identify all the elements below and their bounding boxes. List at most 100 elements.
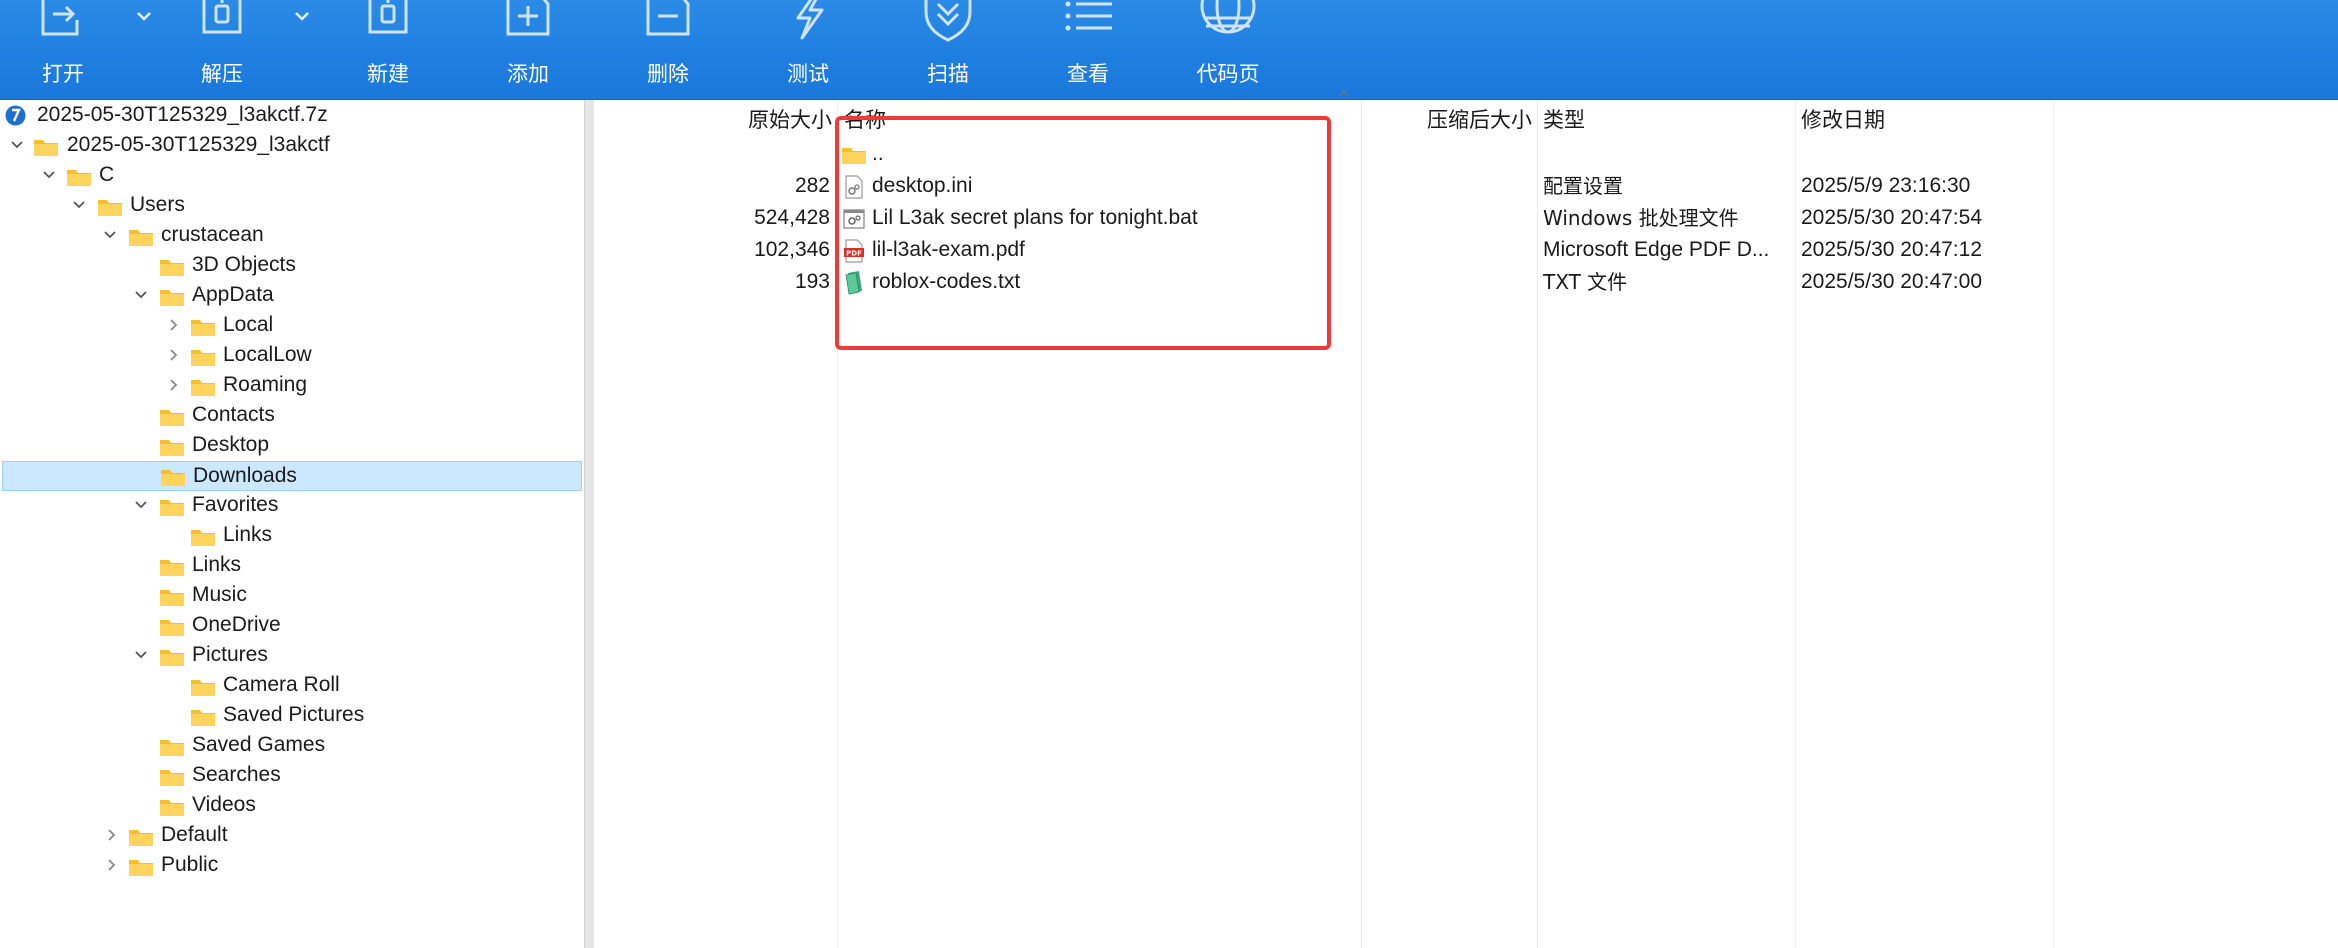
- tree-item-label: Public: [161, 853, 219, 876]
- file-modified: 2025/5/9 23:16:30: [1801, 174, 1971, 197]
- open-button[interactable]: 打开: [8, 0, 118, 99]
- tree-item-c[interactable]: C: [0, 160, 584, 190]
- tree-item-onedrive[interactable]: OneDrive: [0, 610, 584, 640]
- folder-icon: [160, 410, 184, 426]
- collapsed-chevron-icon[interactable]: [164, 370, 182, 400]
- tree-item-favorites-links[interactable]: Links: [0, 520, 584, 550]
- file-list[interactable]: 原始大小 名称 ^ 压缩后大小 类型 修改日期 .. 282 desktop.i…: [594, 88, 2338, 948]
- expanded-chevron-icon[interactable]: [40, 160, 58, 190]
- collapsed-chevron-icon[interactable]: [102, 820, 120, 850]
- column-header-modified[interactable]: 修改日期: [1801, 100, 2001, 140]
- tree-item-contacts[interactable]: Contacts: [0, 400, 584, 430]
- folder-icon: [129, 230, 153, 246]
- tree-item-3d-objects[interactable]: 3D Objects: [0, 250, 584, 280]
- add-icon: [506, 0, 550, 36]
- shield-icon: [924, 0, 972, 42]
- file-size: 282: [794, 174, 830, 197]
- folder-icon: [191, 350, 215, 366]
- tree-item-camera-roll[interactable]: Camera Roll: [0, 670, 584, 700]
- expanded-chevron-icon[interactable]: [132, 490, 150, 520]
- tree-item-links[interactable]: Links: [0, 550, 584, 580]
- codepage-button[interactable]: 代码页: [1173, 0, 1283, 99]
- tree-item-favorites[interactable]: Favorites: [0, 490, 584, 520]
- file-size: 102,346: [754, 238, 830, 261]
- expanded-chevron-icon[interactable]: [132, 640, 150, 670]
- expanded-chevron-icon[interactable]: [101, 220, 119, 250]
- tree-item-videos[interactable]: Videos: [0, 790, 584, 820]
- tree-item-roaming[interactable]: Roaming: [0, 370, 584, 400]
- expanded-chevron-icon[interactable]: [8, 130, 26, 160]
- tree-item-default[interactable]: Default: [0, 820, 584, 850]
- tree-item-users[interactable]: Users: [0, 190, 584, 220]
- tree-item-label: Downloads: [193, 464, 297, 487]
- open-dropdown-chevron-icon[interactable]: [131, 6, 157, 28]
- collapsed-chevron-icon[interactable]: [164, 340, 182, 370]
- folder-icon: [191, 320, 215, 336]
- folder-icon: [160, 590, 184, 606]
- tree-item-label: Users: [130, 193, 185, 216]
- expanded-chevron-icon[interactable]: [70, 190, 88, 220]
- tree-item-pictures[interactable]: Pictures: [0, 640, 584, 670]
- add-button[interactable]: 添加: [473, 0, 583, 99]
- folder-icon: [191, 530, 215, 546]
- list-row[interactable]: 524,428 Lil L3ak secret plans for tonigh…: [594, 202, 2338, 234]
- tree-item-label: Contacts: [192, 403, 275, 426]
- file-name: ..: [872, 142, 884, 165]
- tree-item-searches[interactable]: Searches: [0, 760, 584, 790]
- tree-item-appdata[interactable]: AppData: [0, 280, 584, 310]
- file-modified: 2025/5/30 20:47:54: [1801, 206, 1983, 229]
- test-button[interactable]: 测试: [753, 0, 863, 99]
- folder-icon: [160, 500, 184, 516]
- tree-item-crustacean[interactable]: crustacean: [0, 220, 584, 250]
- column-header-type[interactable]: 类型: [1543, 100, 1743, 140]
- extract-zipper-icon: [202, 0, 242, 34]
- collapsed-chevron-icon[interactable]: [102, 850, 120, 880]
- toolbar: 打开 解压 新建 添加 删除 测试 扫描 查看 代码页: [0, 0, 2338, 100]
- list-row[interactable]: 102,346 PDF lil-l3ak-exam.pdf Microsoft …: [594, 234, 2338, 266]
- tree-item-label: Videos: [192, 793, 256, 816]
- file-modified: 2025/5/30 20:47:00: [1801, 270, 1983, 293]
- folder-icon: [161, 470, 185, 486]
- tree-item-public[interactable]: Public: [0, 850, 584, 880]
- folder-icon: [160, 800, 184, 816]
- tree-item-local[interactable]: Local: [0, 310, 584, 340]
- column-header-size[interactable]: 原始大小: [594, 100, 832, 140]
- view-button[interactable]: 查看: [1033, 0, 1143, 99]
- tree-item-music[interactable]: Music: [0, 580, 584, 610]
- tree-item-desktop[interactable]: Desktop: [0, 430, 584, 460]
- tree-item-saved-games[interactable]: Saved Games: [0, 730, 584, 760]
- tree-item-label: crustacean: [161, 223, 264, 246]
- folder-icon: [160, 740, 184, 756]
- expanded-chevron-icon[interactable]: [132, 280, 150, 310]
- tree-item-downloads[interactable]: Downloads: [2, 461, 582, 491]
- list-row[interactable]: 282 desktop.ini 配置设置 2025/5/9 23:16:30: [594, 170, 2338, 202]
- tree-item-label: Music: [192, 583, 247, 606]
- new-button[interactable]: 新建: [333, 0, 443, 99]
- collapsed-chevron-icon[interactable]: [164, 310, 182, 340]
- column-header-name[interactable]: 名称: [844, 100, 1044, 140]
- file-name: desktop.ini: [872, 174, 973, 197]
- delete-button[interactable]: 删除: [613, 0, 723, 99]
- folder-icon: [129, 830, 153, 846]
- tree-item-locallow[interactable]: LocalLow: [0, 340, 584, 370]
- file-type: 配置设置: [1543, 174, 1623, 198]
- extract-button[interactable]: 解压: [167, 0, 277, 99]
- folder-icon: [98, 200, 122, 216]
- tree-item-archive[interactable]: 2025-05-30T125329_l3akctf.7z: [0, 100, 584, 130]
- folder-tree[interactable]: 2025-05-30T125329_l3akctf.7z 2025-05-30T…: [0, 100, 584, 948]
- scan-button[interactable]: 扫描: [893, 0, 1003, 99]
- tree-item-label: Links: [192, 553, 242, 576]
- pane-splitter[interactable]: [584, 100, 594, 948]
- folder-icon: [191, 680, 215, 696]
- column-header-packed-size[interactable]: 压缩后大小: [1374, 100, 1532, 140]
- tree-item-root-folder[interactable]: 2025-05-30T125329_l3akctf: [0, 130, 584, 160]
- tree-item-label: Saved Pictures: [223, 703, 365, 726]
- extract-dropdown-chevron-icon[interactable]: [289, 6, 315, 28]
- list-row-parent[interactable]: ..: [594, 138, 2338, 170]
- file-type: TXT 文件: [1543, 270, 1628, 294]
- tree-item-label: C: [99, 163, 115, 186]
- tree-item-saved-pictures[interactable]: Saved Pictures: [0, 700, 584, 730]
- tree-item-label: Camera Roll: [223, 673, 340, 696]
- list-row[interactable]: 193 roblox-codes.txt TXT 文件 2025/5/30 20…: [594, 266, 2338, 298]
- folder-icon: [160, 560, 184, 576]
